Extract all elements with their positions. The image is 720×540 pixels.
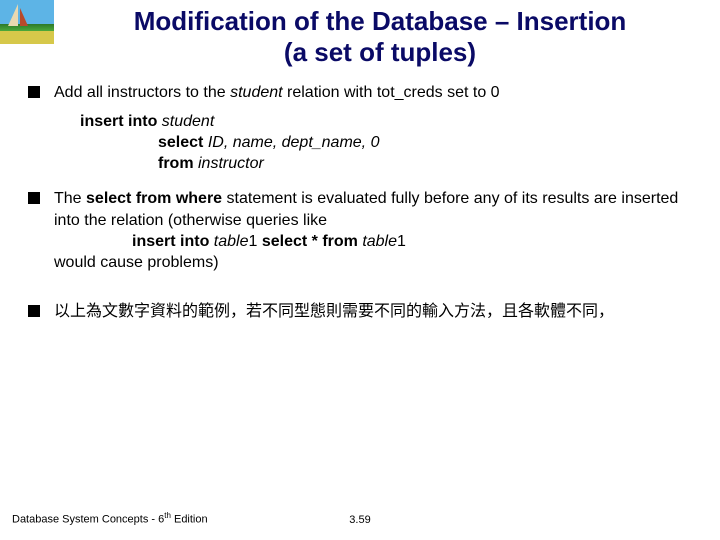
tbl1b-num: 1 bbox=[397, 233, 406, 250]
bullet-2: The select from where statement is evalu… bbox=[28, 188, 692, 272]
kw-from: from bbox=[158, 155, 198, 172]
page-number: 3.59 bbox=[349, 514, 370, 526]
bullet-3-text: 以上為文數字資料的範例，若不同型態則需要不同的輸入方法，且各軟體不同， bbox=[54, 303, 614, 320]
tbl1a-num: 1 bbox=[248, 233, 261, 250]
sailboat-icon bbox=[20, 8, 28, 26]
title-line-1: Modification of the Database – Insertion bbox=[134, 6, 627, 36]
kw-from-2: from bbox=[322, 233, 362, 250]
code-select-cols: ID, name, dept_name, 0 bbox=[208, 134, 380, 151]
bullet-3: 以上為文數字資料的範例，若不同型態則需要不同的輸入方法，且各軟體不同， bbox=[28, 301, 692, 322]
title-line-2: (a set of tuples) bbox=[284, 37, 476, 67]
kw-insert-into: insert into bbox=[80, 113, 162, 130]
tbl1a: table bbox=[214, 233, 249, 250]
slide-title: Modification of the Database – Insertion… bbox=[60, 6, 700, 67]
code-line-2: select ID, name, dept_name, 0 bbox=[80, 132, 692, 153]
b2-tail: would cause problems) bbox=[54, 254, 219, 271]
slide-body: Add all instructors to the student relat… bbox=[28, 82, 692, 330]
bullet-1-em: student bbox=[230, 84, 282, 101]
code-line-1: insert into student bbox=[80, 111, 692, 132]
sailboat-icon bbox=[8, 4, 18, 26]
bullet-1-text-pre: Add all instructors to the bbox=[54, 84, 230, 101]
kw-select: select bbox=[158, 134, 208, 151]
b2-inline-sql: insert into table1 select * from table1 bbox=[54, 231, 692, 252]
kw-insert-into-2: insert into bbox=[132, 233, 214, 250]
b2-bold: select from where bbox=[86, 190, 222, 207]
kw-select-star: select * bbox=[262, 233, 322, 250]
slide-decorative-thumbnail bbox=[0, 0, 54, 44]
tbl1b: table bbox=[362, 233, 397, 250]
b2-pre: The bbox=[54, 190, 86, 207]
bullet-1: Add all instructors to the student relat… bbox=[28, 82, 692, 103]
code-table-instructor: instructor bbox=[198, 155, 264, 172]
sql-code-block: insert into student select ID, name, dep… bbox=[28, 111, 692, 174]
footer-page-number: 3.59 bbox=[0, 514, 720, 526]
bullet-1-text-post: relation with tot_creds set to 0 bbox=[283, 84, 500, 101]
code-table-student: student bbox=[162, 113, 214, 130]
code-line-3: from instructor bbox=[80, 153, 692, 174]
